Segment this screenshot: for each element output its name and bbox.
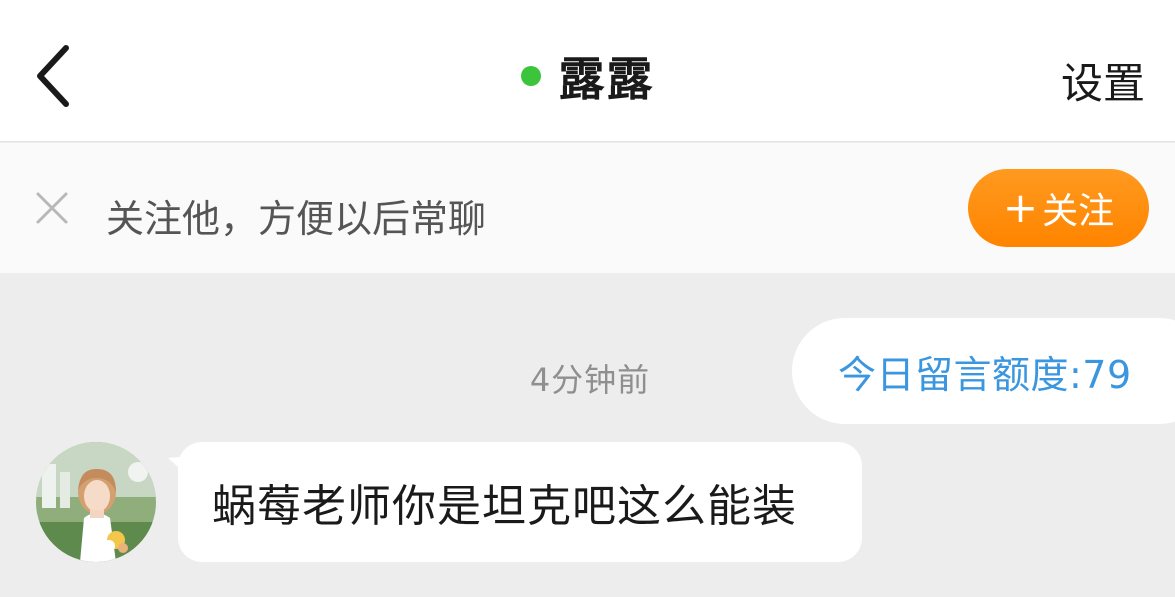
avatar-bride-photo	[36, 442, 156, 562]
message-quota-badge: 今日留言额度:79	[792, 318, 1175, 424]
message-quota-text: 今日留言额度:79	[838, 352, 1132, 397]
close-icon	[36, 192, 68, 224]
chat-header: 露露 设置	[0, 0, 1175, 142]
plus-icon: +	[1002, 183, 1039, 232]
message-text: 蜗莓老师你是坦克吧这么能装	[212, 481, 797, 532]
follow-button-label: 关注	[1042, 191, 1115, 232]
title-wrap: 露露	[0, 46, 1175, 106]
avatar[interactable]	[36, 442, 156, 562]
follow-suggestion-text: 关注他，方便以后常聊	[106, 197, 487, 241]
dismiss-follow-bar-button[interactable]	[34, 190, 70, 226]
follow-button[interactable]: + 关注	[968, 169, 1149, 247]
contact-name-title: 露露	[558, 52, 655, 106]
settings-button[interactable]: 设置	[1061, 50, 1145, 111]
online-status-dot	[520, 66, 541, 86]
incoming-message-bubble[interactable]: 蜗莓老师你是坦克吧这么能装	[178, 442, 862, 562]
